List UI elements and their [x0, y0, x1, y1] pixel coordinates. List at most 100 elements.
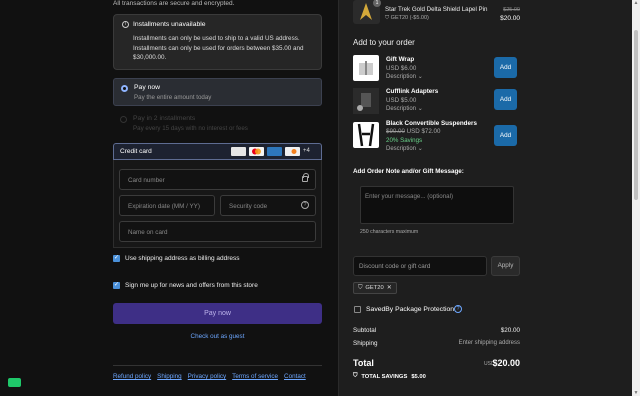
lock-icon: [302, 173, 309, 182]
amex-icon: [267, 147, 282, 156]
upsell-savings: 20% Savings: [386, 137, 423, 144]
product-discount-text: GET20 (-$5.00): [390, 15, 429, 21]
discount-input[interactable]: Discount code or gift card: [353, 256, 487, 276]
credit-card-label: Credit card: [120, 148, 152, 155]
installments-line: Installments can only be used to ship to…: [133, 35, 300, 42]
footer-link-refund[interactable]: Refund policy: [113, 373, 151, 380]
payment-panel: All transactions are secure and encrypte…: [0, 0, 338, 396]
upsell-description-toggle[interactable]: Description ⌄: [386, 105, 423, 112]
tag-icon: ⛉: [385, 15, 390, 21]
shipping-value: Enter shipping address: [458, 340, 520, 346]
pay-now-option[interactable]: Pay now Pay the entire amount today: [113, 78, 322, 106]
newsletter-row[interactable]: ✓ Sign me up for news and offers from th…: [113, 282, 258, 289]
order-note-textarea[interactable]: Enter your message... (optional): [360, 186, 514, 224]
upsell-description-toggle[interactable]: Description ⌄: [386, 73, 423, 80]
checkbox-checked[interactable]: ✓: [113, 255, 120, 262]
remove-code-icon[interactable]: ✕: [387, 285, 392, 291]
subtotal-value: $20.00: [500, 327, 520, 334]
applied-code: GET20: [365, 285, 384, 291]
scroll-down-icon[interactable]: ▼: [633, 390, 639, 396]
credit-card-header[interactable]: Credit card +4: [113, 143, 322, 160]
chevron-down-icon: ⌄: [417, 146, 423, 152]
add-cufflink-button[interactable]: Add: [494, 89, 517, 110]
product-old-price: $25.00: [503, 7, 520, 13]
visa-icon: [231, 147, 246, 156]
newsletter-label: Sign me up for news and offers from this…: [125, 282, 258, 289]
chat-widget-icon[interactable]: [8, 378, 21, 387]
tag-icon: ⛉: [353, 373, 358, 379]
order-note-placeholder: Enter your message... (optional): [365, 193, 454, 200]
total-label: Total: [353, 358, 374, 368]
mastercard-icon: [249, 147, 264, 156]
product-name: Star Trek Gold Delta Shield Lapel Pin: [385, 6, 488, 13]
upsell-description: Description: [386, 106, 417, 112]
expiry-field[interactable]: Expiration date (MM / YY): [119, 195, 215, 216]
applied-discount-tag: ⛉ GET20 ✕: [353, 282, 397, 294]
installments-title: Installments unavailable: [133, 21, 206, 28]
guest-checkout-link[interactable]: Check out as guest: [113, 333, 322, 340]
footer-link-contact[interactable]: Contact: [284, 373, 306, 380]
savings-value: $5.00: [411, 373, 426, 380]
product-discount: ⛉ GET20 (-$5.00): [385, 15, 429, 22]
pay-two-subtitle: Pay every 15 days with no interest or fe…: [133, 125, 248, 132]
tag-icon: ⛉: [358, 284, 363, 291]
radio-disabled: [120, 116, 127, 123]
upsell-description: Description: [386, 146, 417, 152]
security-placeholder: Security code: [229, 203, 268, 210]
footer-links: Refund policy Shipping Privacy policy Te…: [113, 373, 306, 380]
upsell-name: Black Convertible Suspenders: [386, 120, 477, 127]
add-suspenders-button[interactable]: Add: [494, 125, 517, 146]
total-value: $20.00: [492, 358, 520, 368]
pay-two-title: Pay in 2 installments: [133, 115, 196, 122]
scrollbar-thumb[interactable]: [634, 30, 638, 200]
pay-now-subtitle: Pay the entire amount today: [134, 94, 212, 101]
apply-button[interactable]: Apply: [491, 256, 520, 276]
pay-now-title: Pay now: [134, 84, 161, 91]
upsell-description: Description: [386, 74, 417, 80]
info-icon: i: [122, 21, 129, 28]
shipping-label: Shipping: [353, 340, 378, 347]
upsell-name: Gift Wrap: [386, 56, 415, 63]
subtotal-label: Subtotal: [353, 327, 377, 334]
upsell-description-toggle[interactable]: Description ⌄: [386, 145, 423, 152]
total-savings: ⛉ TOTAL SAVINGS $5.00: [353, 373, 426, 380]
savings-label: TOTAL SAVINGS: [361, 373, 408, 380]
cufflink-image: [353, 88, 379, 114]
upsell-title: Add to your order: [353, 38, 415, 47]
footer-link-shipping[interactable]: Shipping: [157, 373, 182, 380]
add-gift-wrap-button[interactable]: Add: [494, 57, 517, 78]
gift-wrap-image: [353, 55, 379, 81]
discover-icon: [285, 147, 300, 156]
credit-card-form: Card number Expiration date (MM / YY) Se…: [113, 160, 322, 248]
upsell-price: USD $72.00: [406, 128, 441, 135]
protection-label: SavedBy Package Protection: [366, 306, 455, 313]
footer-link-terms[interactable]: Terms of service: [232, 373, 278, 380]
name-on-card-field[interactable]: Name on card: [119, 221, 316, 242]
secure-notice: All transactions are secure and encrypte…: [113, 0, 235, 7]
discount-placeholder: Discount code or gift card: [359, 263, 431, 270]
billing-same-row[interactable]: ✓ Use shipping address as billing addres…: [113, 255, 240, 262]
upsell-old-price: $90.00: [386, 128, 405, 135]
info-icon[interactable]: ?: [454, 305, 462, 313]
character-limit: 250 characters maximum: [360, 229, 419, 235]
installments-line: $30,000.00.: [133, 54, 167, 61]
checkbox-checked[interactable]: ✓: [113, 282, 120, 289]
card-number-field[interactable]: Card number: [119, 169, 316, 190]
order-note-title: Add Order Note and/or Gift Message:: [353, 168, 464, 175]
upsell-price-row: $90.00 USD $72.00: [386, 128, 440, 135]
scrollbar[interactable]: ▲ ▼: [632, 0, 640, 396]
chevron-down-icon: ⌄: [417, 74, 423, 80]
footer-link-privacy[interactable]: Privacy policy: [188, 373, 227, 380]
protection-checkbox[interactable]: [354, 306, 361, 313]
divider: [113, 365, 322, 366]
expiry-placeholder: Expiration date (MM / YY): [128, 203, 200, 210]
chevron-down-icon: ⌄: [417, 106, 423, 112]
pay-now-button[interactable]: Pay now: [113, 303, 322, 324]
card-brand-icons: +4: [231, 147, 315, 156]
security-code-field[interactable]: Security code ?: [220, 195, 316, 216]
upsell-price: USD $6.00: [386, 65, 417, 72]
radio-selected[interactable]: [121, 85, 128, 92]
installments-notice: i Installments unavailable Installments …: [113, 14, 322, 70]
scroll-up-icon[interactable]: ▲: [633, 0, 639, 6]
help-icon[interactable]: ?: [301, 201, 309, 209]
